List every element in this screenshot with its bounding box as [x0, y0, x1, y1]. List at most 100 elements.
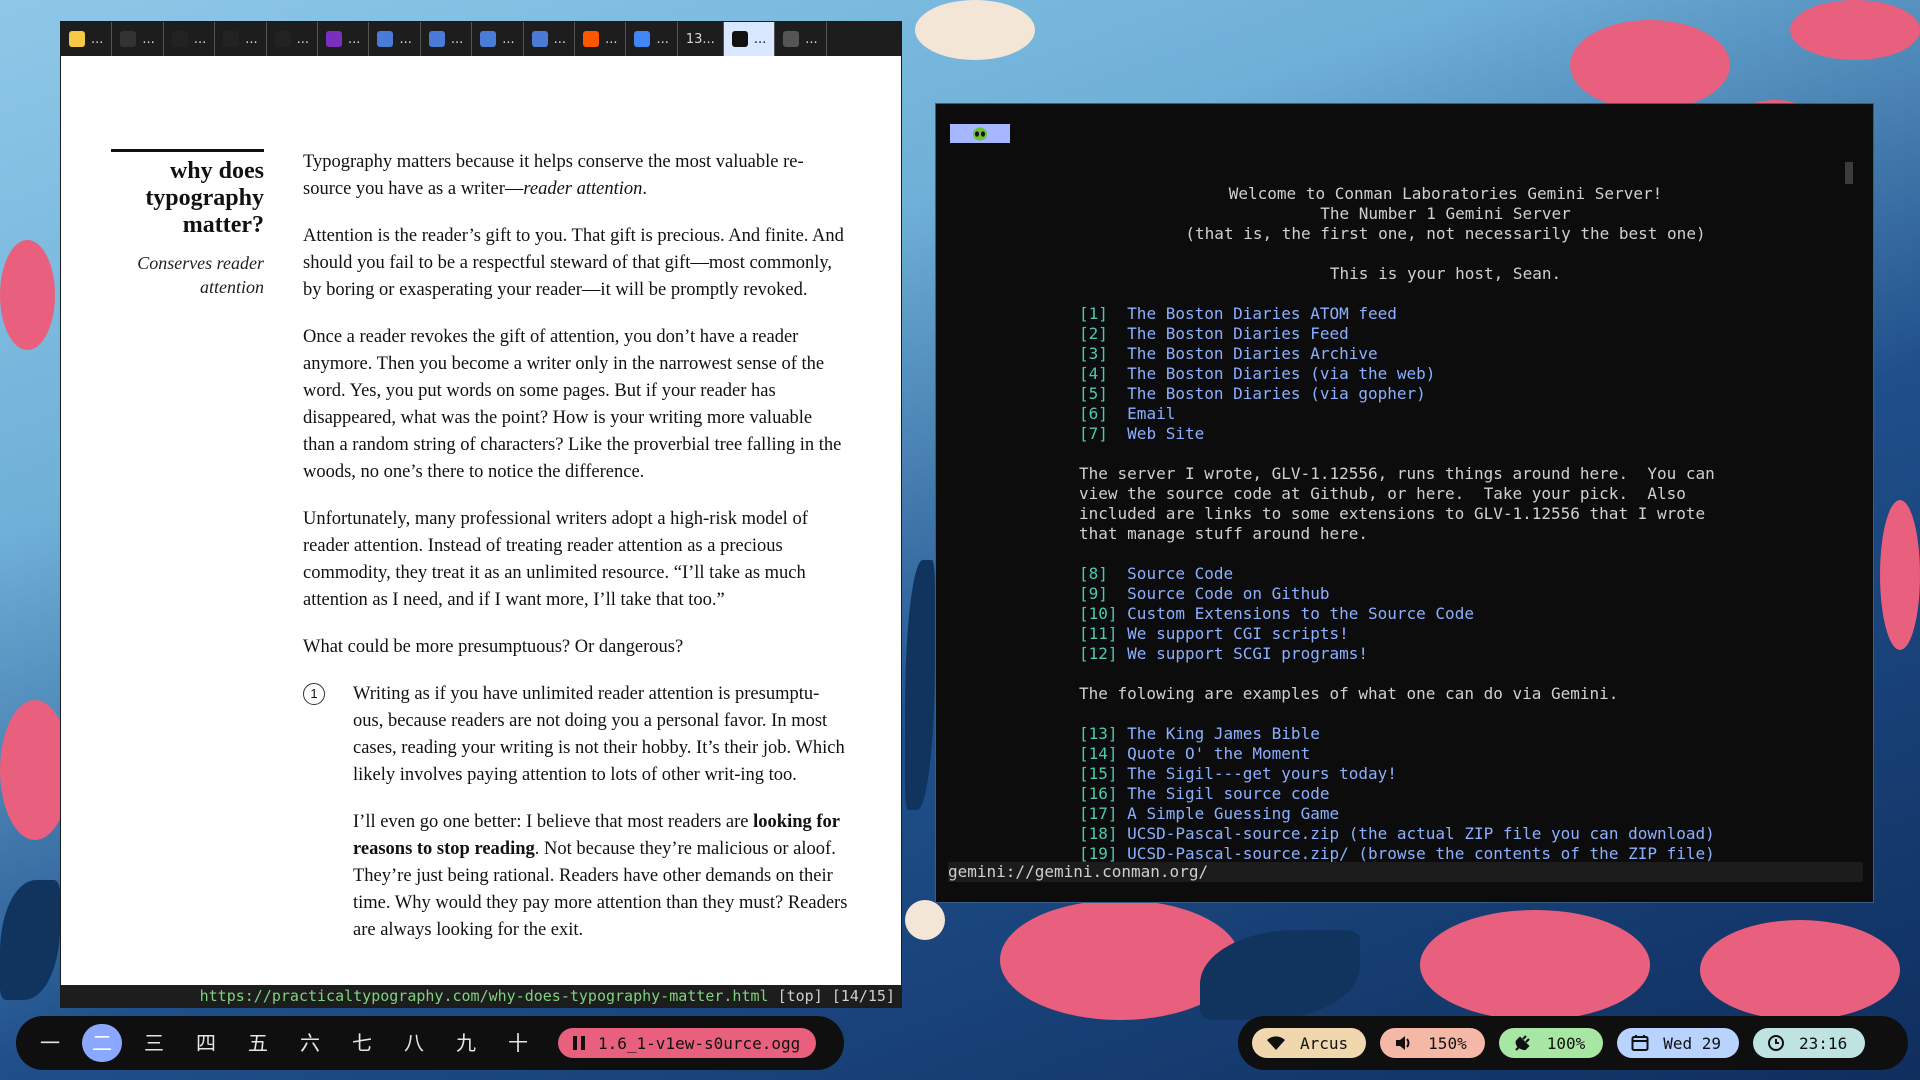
browser-tab[interactable]: 13... — [678, 22, 724, 56]
workspace-button[interactable]: 二 — [82, 1024, 122, 1062]
link-number: [17] — [1079, 804, 1118, 823]
gemini-link[interactable]: [9] Source Code on Github — [936, 584, 1875, 604]
workspace-button[interactable]: 八 — [394, 1024, 434, 1062]
gemini-link[interactable]: [11] We support CGI scripts! — [936, 624, 1875, 644]
web-page[interactable]: why does typography matter? Conserves re… — [61, 56, 901, 985]
github-icon — [171, 31, 188, 47]
google-icon — [634, 31, 651, 47]
browser-tab[interactable]: ... — [575, 22, 627, 56]
link-text: UCSD-Pascal-source.zip/ (browse the cont… — [1127, 844, 1715, 863]
terminal-scrollbar[interactable] — [1845, 162, 1853, 184]
workspace-button[interactable]: 九 — [446, 1024, 486, 1062]
tab-label: ... — [348, 31, 361, 47]
link-number: [5] — [1079, 384, 1108, 403]
link-text: The Boston Diaries ATOM feed — [1127, 304, 1397, 323]
tab-label: ... — [605, 31, 618, 47]
welcome-line — [936, 244, 1875, 264]
tab-bar: .................................... 13..… — [61, 22, 901, 56]
workspace-button[interactable]: 四 — [186, 1024, 226, 1062]
paragraph: Typography matters because it helps cons… — [303, 149, 848, 203]
wifi-label: Arcus — [1300, 1033, 1349, 1053]
power-plug-icon — [1514, 1035, 1530, 1051]
gemini-link[interactable]: [6] Email — [936, 404, 1875, 424]
tab-label: ... — [296, 31, 310, 47]
browser-tab[interactable]: ... — [215, 22, 267, 56]
wallpaper-flower — [0, 700, 70, 840]
onenote-icon — [326, 31, 343, 47]
gemini-link[interactable]: [16] The Sigil source code — [936, 784, 1875, 804]
gemini-link[interactable]: [5] The Boston Diaries (via gopher) — [936, 384, 1875, 404]
workspace-button[interactable]: 六 — [290, 1024, 330, 1062]
browser-tab[interactable]: ... — [626, 22, 678, 56]
link-number: [9] — [1079, 584, 1108, 603]
paragraph: What could be more presumptuous? Or dang… — [303, 637, 684, 657]
date-status[interactable]: Wed 29 — [1617, 1028, 1740, 1058]
wifi-icon — [1267, 1036, 1285, 1050]
gemini-link[interactable]: [18] UCSD-Pascal-source.zip (the actual … — [936, 824, 1875, 844]
gemini-link[interactable]: [14] Quote O' the Moment — [936, 744, 1875, 764]
workspace-button[interactable]: 七 — [342, 1024, 382, 1062]
workspace-button[interactable]: 三 — [134, 1024, 174, 1062]
browser-tab[interactable]: ... — [472, 22, 524, 56]
gemini-link[interactable]: [19] UCSD-Pascal-source.zip/ (browse the… — [936, 844, 1875, 864]
tab-label: ... — [553, 31, 567, 47]
link-number: [19] — [1079, 844, 1118, 863]
browser-tab[interactable]: ... — [369, 22, 421, 56]
battery-status[interactable]: 100% — [1498, 1028, 1604, 1058]
github-icon — [274, 31, 291, 47]
workspace-button[interactable]: 一 — [30, 1024, 70, 1062]
workspace-button[interactable]: 五 — [238, 1024, 278, 1062]
gemini-link[interactable]: [7] Web Site — [936, 424, 1875, 444]
tab-label: ... — [91, 31, 104, 47]
gemini-link[interactable]: [8] Source Code — [936, 564, 1875, 584]
gemini-link[interactable]: [2] The Boston Diaries Feed — [936, 324, 1875, 344]
clock-icon — [1768, 1035, 1785, 1051]
tab-label: ... — [399, 31, 412, 47]
tab-label: ... — [142, 31, 155, 47]
volume-status[interactable]: 150% — [1380, 1028, 1485, 1058]
paragraph: Attention is the reader’s gift to you. T… — [303, 226, 844, 300]
gemini-link[interactable]: [10] Custom Extensions to the Source Cod… — [936, 604, 1875, 624]
status-url: https://practicaltypography.com/why-does… — [199, 987, 769, 1005]
browser-tab[interactable]: ... — [723, 22, 776, 56]
browser-tab[interactable]: ... — [267, 22, 319, 56]
battery-label: 100% — [1546, 1033, 1586, 1053]
gemini-link[interactable]: [15] The Sigil---get yours today! — [936, 764, 1875, 784]
gemini-link[interactable]: [3] The Boston Diaries Archive — [936, 344, 1875, 364]
text-line: included are links to some extensions to… — [1079, 504, 1706, 523]
welcome-line: (that is, the first one, not necessarily… — [1185, 224, 1706, 243]
gemini-terminal-window: Welcome to Conman Laboratories Gemini Se… — [935, 103, 1874, 903]
section-subheading: Conserves reader attention — [137, 253, 264, 297]
pause-icon[interactable] — [572, 1035, 586, 1051]
gemini-link[interactable]: [17] A Simple Guessing Game — [936, 804, 1875, 824]
gemini-link[interactable]: [1] The Boston Diaries ATOM feed — [936, 304, 1875, 324]
wifi-status[interactable]: Arcus — [1252, 1028, 1367, 1058]
section-heading: why does typography matter? — [145, 158, 264, 238]
link-number: [14] — [1079, 744, 1118, 763]
gemini-url-bar[interactable]: gemini://gemini.conman.org/ — [948, 862, 1863, 882]
browser-tab[interactable]: ... — [421, 22, 473, 56]
link-text: The Boston Diaries Archive — [1127, 344, 1378, 363]
welcome-line: Welcome to Conman Laboratories Gemini Se… — [1228, 184, 1663, 203]
clock-status[interactable]: 23:16 — [1753, 1028, 1866, 1058]
browser-tab[interactable]: ... — [61, 22, 113, 56]
article-body: Typography matters because it helps cons… — [303, 149, 848, 964]
terminal-tab[interactable] — [950, 124, 1010, 143]
paragraph-text: I’ll even go one better: I believe that … — [353, 812, 754, 832]
media-player[interactable]: 1.6_1-v1ew-s0urce.ogg — [558, 1028, 817, 1058]
browser-tab[interactable]: ... — [112, 22, 164, 56]
gemini-link[interactable]: [12] We support SCGI programs! — [936, 644, 1875, 664]
workspace-button[interactable]: 十 — [498, 1024, 538, 1062]
browser-tab[interactable]: ... — [524, 22, 576, 56]
link-text: The Sigil source code — [1127, 784, 1330, 803]
gemini-link[interactable]: [4] The Boston Diaries (via the web) — [936, 364, 1875, 384]
welcome-line: The Number 1 Gemini Server — [1320, 204, 1571, 223]
alien-icon — [973, 127, 987, 140]
browser-tab[interactable]: ... — [318, 22, 370, 56]
browser-tab[interactable]: ... — [775, 22, 827, 56]
browser-tab[interactable]: ... — [164, 22, 216, 56]
gemini-link[interactable]: [13] The King James Bible — [936, 724, 1875, 744]
tab-label: ... — [753, 31, 767, 47]
status-bar: Arcus 150% 100% Wed 29 23:16 — [1238, 1016, 1908, 1070]
